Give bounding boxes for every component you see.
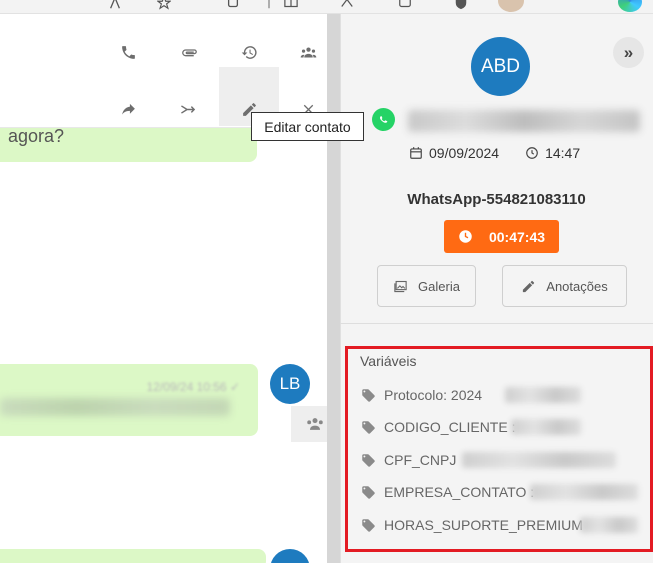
calendar-icon <box>410 147 422 159</box>
variable-item: EMPRESA_CONTATO : <box>361 482 534 502</box>
redacted-variable-value <box>462 452 616 468</box>
redacted-contact-name <box>408 110 640 132</box>
clock-icon <box>459 230 472 243</box>
double-chevron-right-icon: » <box>623 42 634 62</box>
clock-icon <box>526 147 538 159</box>
timer-value: 00:47:43 <box>488 228 546 245</box>
chat-scrollbar[interactable] <box>327 14 340 563</box>
tag-icon <box>362 420 375 434</box>
message-text: agora? <box>8 126 65 146</box>
tag-icon <box>362 388 375 402</box>
variable-item: Protocolo: 2024 <box>361 385 482 405</box>
collapse-panel-button[interactable]: » <box>613 37 644 68</box>
message-timestamp: 12/09/24 10:56 ✓ <box>146 380 240 394</box>
gallery-icon <box>394 280 407 292</box>
history-icon[interactable] <box>238 41 260 63</box>
shield-check-icon[interactable] <box>454 0 468 10</box>
pencil-icon <box>523 280 535 292</box>
variable-label: HORAS_SUPORTE_PREMIUM <box>384 517 583 533</box>
redacted-variable-value <box>530 484 638 500</box>
contact-avatar: ABD <box>471 37 530 96</box>
extension-icon[interactable] <box>226 0 240 10</box>
variables-title: Variáveis <box>360 353 417 369</box>
service-timer-badge: 00:47:43 <box>444 220 559 253</box>
chat-message-bubble[interactable]: agora? <box>0 126 257 162</box>
anotacoes-button[interactable]: Anotações <box>502 265 627 307</box>
chat-message-bubble[interactable]: 12/09/24 10:56 ✓ <box>0 364 258 436</box>
tag-icon <box>362 453 375 467</box>
redacted-variable-value <box>511 419 581 435</box>
tag-icon <box>362 485 375 499</box>
whatsapp-icon <box>372 108 395 131</box>
browser-profile-avatar[interactable] <box>498 0 524 12</box>
star-icon[interactable] <box>156 0 172 10</box>
contact-time: 14:47 <box>545 145 581 161</box>
variable-label: CODIGO_CLIENTE : <box>384 419 516 435</box>
contact-date: 09/09/2024 <box>429 145 500 161</box>
panel-divider <box>340 323 653 324</box>
forward-icon[interactable] <box>117 98 139 120</box>
transfer-icon[interactable] <box>177 98 199 120</box>
collections-icon[interactable] <box>398 0 412 10</box>
font-size-icon[interactable] <box>108 0 122 10</box>
group-icon[interactable] <box>297 41 319 63</box>
split-divider-icon <box>262 0 276 10</box>
variable-item: HORAS_SUPORTE_PREMIUM <box>361 515 583 535</box>
variable-item: CPF_CNPJ <box>361 450 456 470</box>
anotacoes-label: Anotações <box>546 278 608 294</box>
redacted-message-text <box>0 398 230 416</box>
redacted-variable-value <box>505 387 581 403</box>
variable-label: EMPRESA_CONTATO : <box>384 484 535 500</box>
redacted-variable-value <box>580 517 638 533</box>
chat-message-bubble[interactable] <box>0 549 266 563</box>
favorites-icon[interactable] <box>340 0 354 10</box>
copilot-logo-icon[interactable] <box>618 0 642 12</box>
variable-label: CPF_CNPJ <box>384 452 457 468</box>
whatsapp-id: WhatsApp-554821083110 <box>407 191 586 208</box>
split-screen-icon[interactable] <box>284 0 298 10</box>
galeria-label: Galeria <box>418 278 460 294</box>
variable-item: CODIGO_CLIENTE : <box>361 417 515 437</box>
browser-toolbar-strip <box>0 0 653 14</box>
variable-label: Protocolo: 2024 <box>384 387 483 403</box>
paperclip-icon[interactable] <box>178 41 200 63</box>
tag-icon <box>362 518 375 532</box>
agent-avatar: LB <box>270 364 310 404</box>
contact-date-time: 09/09/2024 14:47 <box>409 144 580 162</box>
phone-icon[interactable] <box>117 41 139 63</box>
edit-contact-tooltip: Editar contato <box>251 112 364 141</box>
galeria-button[interactable]: Galeria <box>377 265 476 307</box>
